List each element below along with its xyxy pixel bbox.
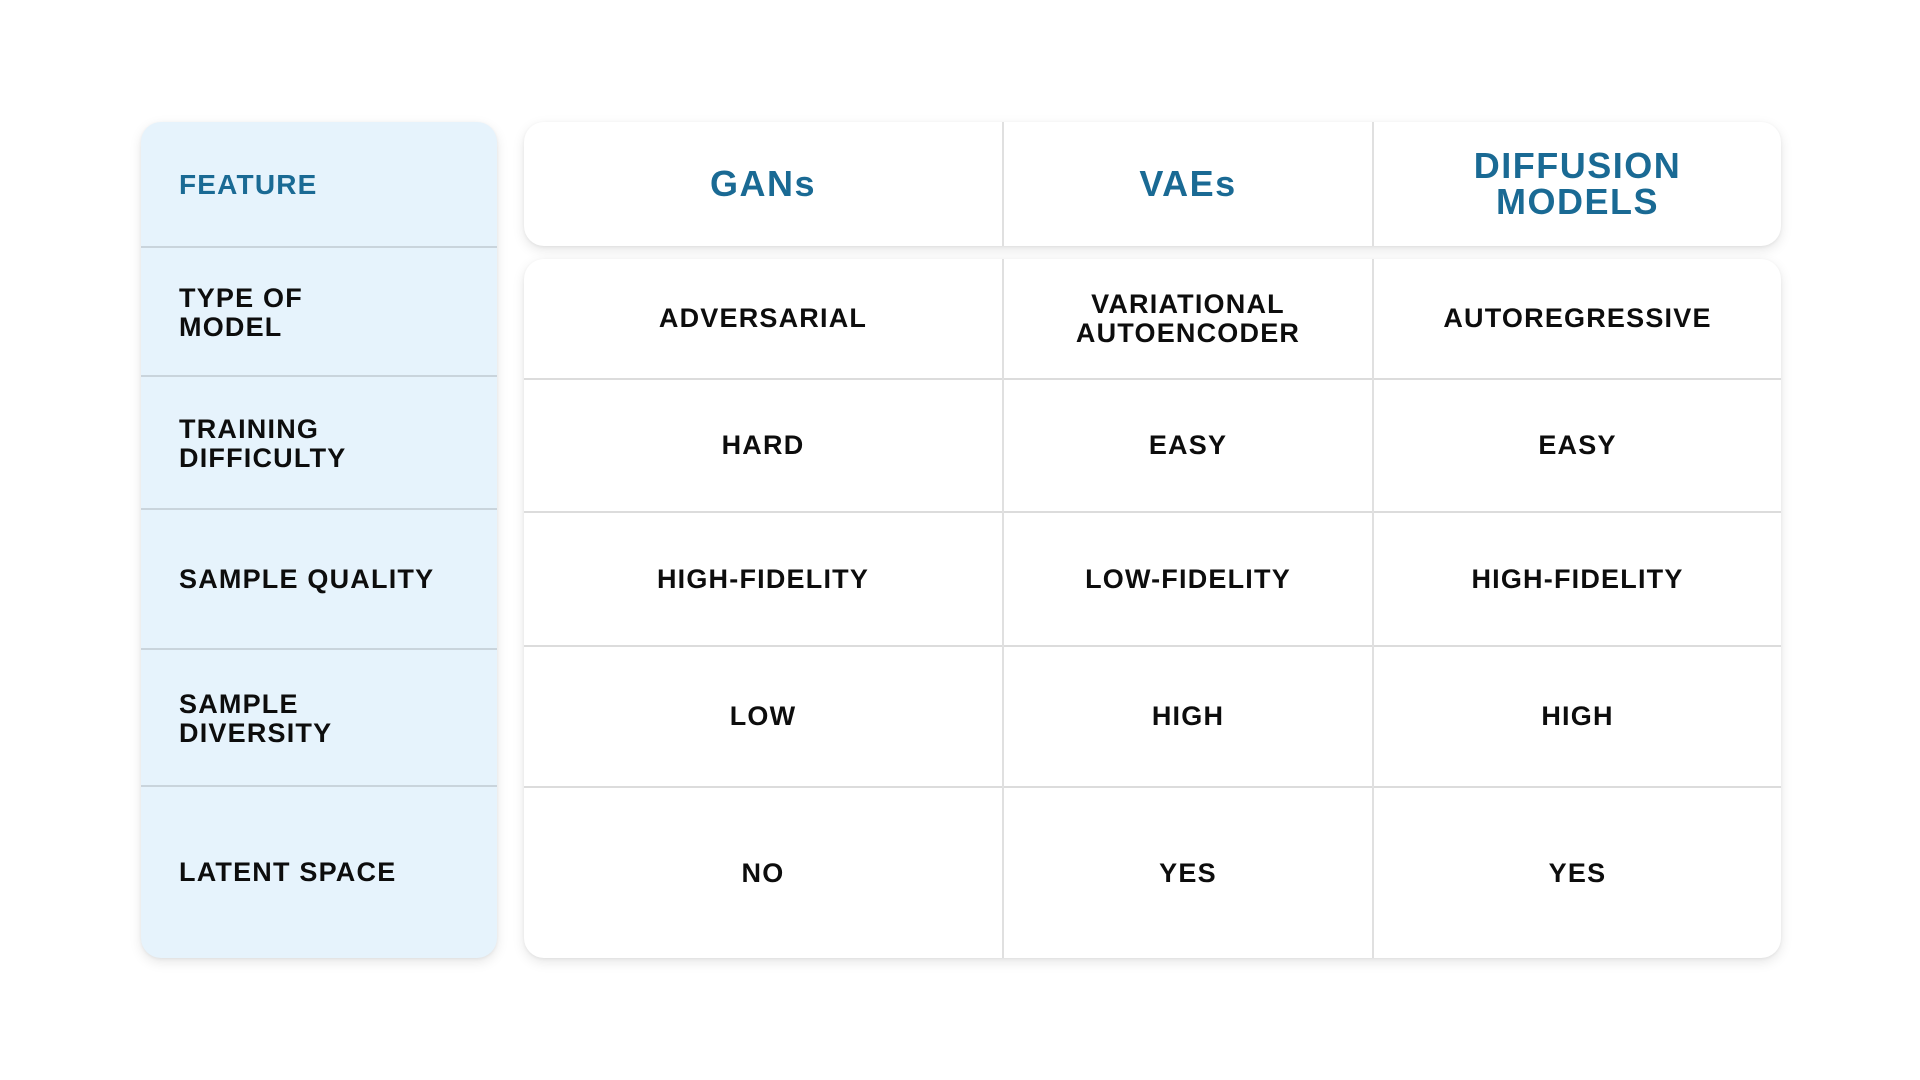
table-cell: HIGH-FIDELITY [1374,511,1781,645]
column-header-diffusion-models: DIFFUSION MODELS [1473,145,1682,222]
table-cell: AUTOREGRESSIVE [1443,303,1712,333]
table-cell: HIGH [1004,645,1372,786]
table-body: ADVERSARIAL VARIATIONAL AUTOENCODER AUTO… [524,259,1781,958]
feature-column: FEATURE TYPE OF MODEL TRAINING DIFFICULT… [141,122,497,958]
feature-label-sample-quality: SAMPLE QUALITY [141,508,497,649]
column-header-gans: GANs [709,163,817,204]
feature-label-sample-diversity: SAMPLE DIVERSITY [141,648,381,787]
table-cell: EASY [1004,378,1372,511]
table-cell: YES [1004,786,1372,958]
table-cell: NO [524,786,1002,958]
table-cell: VARIATIONAL AUTOENCODER [1075,288,1301,348]
feature-header: FEATURE [179,168,318,200]
table-cell: HIGH [1374,645,1781,786]
comparison-table: FEATURE TYPE OF MODEL TRAINING DIFFICULT… [0,0,1920,1080]
feature-label-training-difficulty: TRAINING DIFFICULTY [141,375,401,510]
table-cell: HIGH-FIDELITY [524,511,1002,645]
feature-label-type-of-model: TYPE OF MODEL [141,246,381,377]
table-cell: ADVERSARIAL [658,303,868,333]
table-cell: YES [1374,786,1781,958]
column-header-vaes: VAEs [1139,163,1237,204]
table-cell: LOW [524,645,1002,786]
table-cell: LOW-FIDELITY [1004,511,1372,645]
column-header-row: GANs VAEs DIFFUSION MODELS [524,122,1781,246]
table-cell: EASY [1374,378,1781,511]
feature-label-latent-space: LATENT SPACE [141,785,497,958]
table-cell: HARD [524,378,1002,511]
